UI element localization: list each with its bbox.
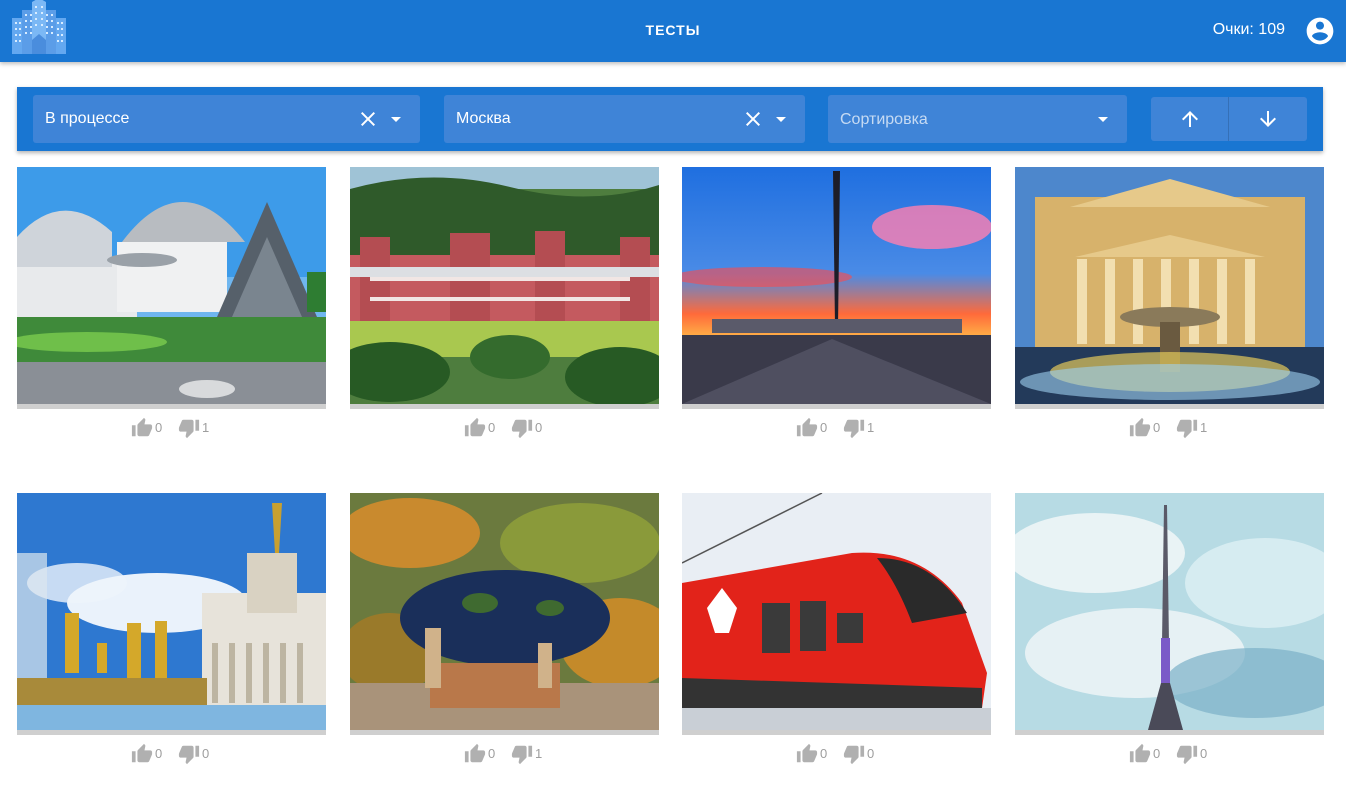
dislike-count: 1 bbox=[867, 420, 875, 435]
page-title: ТЕСТЫ bbox=[645, 22, 701, 38]
thumb-up-icon bbox=[131, 743, 153, 763]
dropdown-arrow-icon[interactable] bbox=[769, 107, 793, 131]
card-photo-bolshoi-theatre[interactable] bbox=[1015, 167, 1324, 404]
dropdown-arrow-icon[interactable] bbox=[384, 107, 408, 131]
thumb-up-icon bbox=[796, 743, 818, 763]
test-card: 0 0 bbox=[1015, 493, 1324, 765]
vote-bar: 0 1 bbox=[682, 409, 991, 439]
like-count: 0 bbox=[155, 746, 163, 761]
dislike-count: 0 bbox=[867, 746, 875, 761]
thumb-down-icon bbox=[511, 419, 533, 439]
app-bar: ТЕСТЫ Очки: 109 bbox=[0, 0, 1346, 62]
card-photo-planetarium[interactable] bbox=[17, 167, 326, 404]
card-photo-ostankino-tower[interactable] bbox=[1015, 493, 1324, 730]
dropdown-arrow-icon[interactable] bbox=[1091, 107, 1115, 131]
test-card: 0 1 bbox=[682, 167, 991, 439]
card-photo-vdnh-fountain[interactable] bbox=[17, 493, 326, 730]
like-count: 0 bbox=[488, 420, 496, 435]
test-card: 0 0 bbox=[682, 493, 991, 765]
thumb-down-icon bbox=[1176, 745, 1198, 765]
like-count: 0 bbox=[488, 746, 496, 761]
thumb-down-icon bbox=[843, 745, 865, 765]
thumb-down-icon bbox=[178, 745, 200, 765]
like-count: 0 bbox=[1153, 420, 1161, 435]
sort-descending-button[interactable] bbox=[1229, 97, 1307, 141]
dislike-count: 1 bbox=[202, 420, 210, 435]
card-photo-victory-park-obelisk[interactable] bbox=[682, 167, 991, 404]
card-photo-moscow-zoo[interactable] bbox=[350, 493, 659, 730]
card-photo-tsaritsyno-palace[interactable] bbox=[350, 167, 659, 404]
like-count: 0 bbox=[155, 420, 163, 435]
thumb-up-icon bbox=[1129, 743, 1151, 763]
sort-select-placeholder: Сортировка bbox=[840, 111, 928, 128]
sort-select[interactable]: Сортировка bbox=[828, 95, 1127, 143]
vote-bar: 0 0 bbox=[17, 735, 326, 765]
test-card: 0 0 bbox=[17, 493, 326, 765]
clear-icon[interactable] bbox=[741, 107, 765, 131]
dislike-count: 0 bbox=[202, 746, 210, 761]
thumb-up-icon bbox=[796, 417, 818, 437]
vote-bar: 0 1 bbox=[350, 735, 659, 765]
test-card: 0 1 bbox=[1015, 167, 1324, 439]
like-count: 0 bbox=[1153, 746, 1161, 761]
status-select-value: В процессе bbox=[45, 110, 130, 127]
account-icon[interactable] bbox=[1304, 15, 1336, 47]
test-card: 0 1 bbox=[350, 493, 659, 765]
thumb-down-icon bbox=[1176, 419, 1198, 439]
test-card: 0 1 bbox=[17, 167, 326, 439]
thumb-up-icon bbox=[1129, 417, 1151, 437]
status-select[interactable]: В процессе bbox=[33, 95, 420, 143]
thumb-down-icon bbox=[511, 745, 533, 765]
thumb-down-icon bbox=[843, 419, 865, 439]
vote-bar: 0 0 bbox=[350, 409, 659, 439]
dislike-count: 1 bbox=[535, 746, 543, 761]
thumb-down-icon bbox=[178, 419, 200, 439]
city-select[interactable]: Москва bbox=[444, 95, 805, 143]
sort-ascending-button[interactable] bbox=[1151, 97, 1229, 141]
city-select-value: Москва bbox=[456, 110, 511, 127]
vote-bar: 0 0 bbox=[682, 735, 991, 765]
vote-bar: 0 0 bbox=[1015, 735, 1324, 765]
dislike-count: 1 bbox=[1200, 420, 1208, 435]
card-photo-aeroexpress-train[interactable] bbox=[682, 493, 991, 730]
thumb-up-icon bbox=[464, 743, 486, 763]
dislike-count: 0 bbox=[535, 420, 543, 435]
thumb-up-icon bbox=[464, 417, 486, 437]
like-count: 0 bbox=[820, 420, 828, 435]
filter-bar: В процессе Москва Сортировка bbox=[17, 87, 1323, 151]
thumb-up-icon bbox=[131, 417, 153, 437]
vote-bar: 0 1 bbox=[1015, 409, 1324, 439]
sort-direction-group bbox=[1151, 97, 1307, 141]
clear-icon[interactable] bbox=[356, 107, 380, 131]
dislike-count: 0 bbox=[1200, 746, 1208, 761]
vote-bar: 0 1 bbox=[17, 409, 326, 439]
test-card: 0 0 bbox=[350, 167, 659, 439]
like-count: 0 bbox=[820, 746, 828, 761]
score-counter: Очки: 109 bbox=[1212, 21, 1285, 38]
